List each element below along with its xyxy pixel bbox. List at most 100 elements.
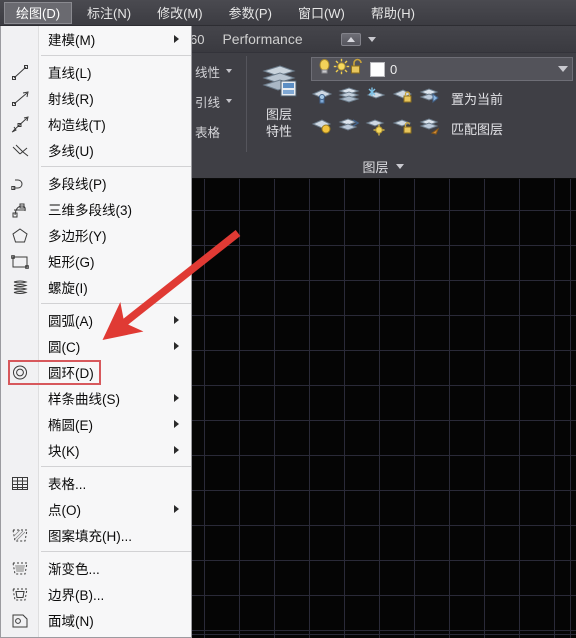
submenu-chevron-right-icon[interactable] — [174, 342, 179, 350]
layer-color-swatch[interactable] — [370, 61, 385, 77]
submenu-chevron-right-icon[interactable] — [174, 316, 179, 324]
layer-isolate-icon[interactable] — [311, 86, 333, 111]
menu-item-label: 圆(C) — [48, 340, 81, 355]
region-icon — [8, 611, 32, 629]
menu-item-label: 渐变色... — [48, 562, 100, 577]
submenu-chevron-right-icon[interactable] — [174, 35, 179, 43]
menu-item-label: 圆环(D) — [48, 366, 94, 381]
table-icon — [8, 474, 32, 492]
menu-item[interactable]: 面域(N) — [1, 607, 191, 633]
xline-icon — [8, 115, 32, 133]
layer-name-value: 0 — [390, 61, 398, 77]
layer-set-current-icon[interactable] — [419, 86, 441, 111]
menu-item-label: 多段线(P) — [48, 177, 107, 192]
menu-item[interactable]: 射线(R) — [1, 85, 191, 111]
performance-badge-icon[interactable] — [340, 32, 361, 46]
menu-item[interactable]: 圆弧(A) — [1, 307, 191, 333]
layer-panel: 线性 引线 表格 图层 特性 0 置为当前 匹配图层 图层 — [188, 54, 576, 178]
menubar-item-label: 修改(M) — [157, 6, 203, 21]
layer-off-icon[interactable] — [311, 116, 333, 141]
menu-item[interactable]: 边界(B)... — [1, 581, 191, 607]
layer-on-bulb-icon[interactable] — [316, 58, 333, 80]
annotation-row-label: 引线 — [195, 95, 221, 110]
layer-properties-icon — [251, 56, 307, 106]
layer-panel-chevron-down-icon[interactable] — [395, 164, 404, 169]
menu-item[interactable]: 三维多段线(3) — [1, 196, 191, 222]
pline3d-icon — [8, 200, 32, 218]
menu-item-label: 螺旋(I) — [48, 281, 88, 296]
menubar-item-label: 绘图(D) — [16, 6, 61, 21]
menubar-item-label: 帮助(H) — [370, 6, 415, 21]
annotation-row-chevron-down-icon[interactable] — [226, 99, 233, 103]
layer-unlock-icon[interactable] — [350, 58, 365, 80]
menu-item[interactable]: 表格... — [1, 470, 191, 496]
menu-item[interactable]: 样条曲线(S) — [1, 385, 191, 411]
menu-item-label: 面域(N) — [48, 614, 94, 629]
menu-item[interactable]: 多线(U) — [1, 137, 191, 163]
layer-unlock-all-icon[interactable] — [392, 116, 414, 141]
menu-item-label: 三维多段线(3) — [48, 203, 132, 218]
helix-icon — [8, 278, 32, 296]
polygon-icon — [8, 226, 32, 244]
menubar-item-label: 窗口(W) — [297, 6, 345, 21]
menubar-item-dimension[interactable]: 标注(N) — [76, 2, 142, 24]
annotation-row-chevron-down-icon[interactable] — [226, 69, 233, 73]
menu-item-label: 表格... — [48, 477, 87, 492]
layer-freeze-icon[interactable] — [365, 86, 387, 111]
autocad-window: 绘图(D) 标注(N) 修改(M) 参数(P) 窗口(W) 帮助(H) 60 Perfor… — [0, 0, 576, 638]
layer-turn-all-on-icon[interactable] — [365, 116, 387, 141]
layer-freeze-sun-icon[interactable] — [333, 58, 350, 80]
menu-item-label: 样条曲线(S) — [48, 392, 120, 407]
layer-control-chevron-down-icon[interactable] — [558, 66, 568, 72]
menu-item[interactable]: 渐变色... — [1, 555, 191, 581]
menu-item[interactable]: 点(O) — [1, 496, 191, 522]
menu-item-label: 射线(R) — [48, 92, 94, 107]
menu-item[interactable]: 螺旋(I) — [1, 274, 191, 300]
menubar-item-label: 标注(N) — [87, 6, 132, 21]
layer-panel-title-label: 图层 — [362, 160, 389, 175]
menu-item-label: 构造线(T) — [48, 118, 106, 133]
menubar-item-modify[interactable]: 修改(M) — [146, 2, 214, 24]
pline-icon — [8, 174, 32, 192]
layer-match-icon[interactable] — [419, 116, 441, 141]
layer-lock-icon[interactable] — [392, 86, 414, 111]
layer-set-current-label[interactable]: 置为当前 — [451, 89, 503, 108]
menu-item-label: 多边形(Y) — [48, 229, 107, 244]
menu-item[interactable]: 图案填充(H)... — [1, 522, 191, 548]
menu-item[interactable]: 直线(L) — [1, 59, 191, 85]
submenu-chevron-right-icon[interactable] — [174, 394, 179, 402]
submenu-chevron-right-icon[interactable] — [174, 505, 179, 513]
annotation-row-2[interactable]: 表格 — [189, 116, 246, 146]
menu-item[interactable]: 矩形(G) — [1, 248, 191, 274]
menubar-item-window[interactable]: 窗口(W) — [287, 2, 356, 24]
performance-chevron-down-icon[interactable] — [367, 36, 376, 42]
menu-item[interactable]: 多段线(P) — [1, 170, 191, 196]
layer-properties-label-1: 图层 — [265, 107, 292, 122]
layer-unisolate-icon[interactable] — [338, 86, 360, 111]
menubar-item-help[interactable]: 帮助(H) — [360, 2, 426, 24]
annotation-row-1[interactable]: 引线 — [189, 86, 246, 116]
submenu-chevron-right-icon[interactable] — [174, 446, 179, 454]
submenu-chevron-right-icon[interactable] — [174, 420, 179, 428]
hatch-icon — [8, 526, 32, 544]
menu-item[interactable]: 构造线(T) — [1, 111, 191, 137]
menu-item[interactable]: 块(K) — [1, 437, 191, 463]
layer-panel-title[interactable]: 图层 — [189, 157, 576, 176]
menu-item[interactable]: 椭圆(E) — [1, 411, 191, 437]
menu-item[interactable]: 建模(M) — [1, 26, 191, 52]
layer-control-dropdown[interactable]: 0 — [311, 57, 573, 81]
draw-menu-dropdown: 建模(M) 直线(L) 射线(R) 构造线(T) 多线(U) 多段线(P) 三维多段线(3)… — [0, 26, 192, 638]
menu-item[interactable]: 多边形(Y) — [1, 222, 191, 248]
menu-item[interactable]: 圆环(D) — [1, 359, 191, 385]
ray-icon — [8, 89, 32, 107]
menu-item[interactable]: 区域覆盖(W) — [1, 633, 191, 638]
layer-properties-button[interactable]: 图层 特性 — [251, 56, 307, 140]
layer-change-to-current-icon[interactable] — [338, 116, 360, 141]
layer-buttons-row-1: 置为当前 — [311, 86, 503, 111]
menubar-item-draw[interactable]: 绘图(D) — [4, 1, 73, 24]
menubar-item-parametric[interactable]: 参数(P) — [218, 2, 283, 24]
layer-match-label[interactable]: 匹配图层 — [451, 119, 503, 138]
menu-item-label: 多线(U) — [48, 144, 94, 159]
annotation-row-0[interactable]: 线性 — [189, 56, 246, 86]
menu-item[interactable]: 圆(C) — [1, 333, 191, 359]
